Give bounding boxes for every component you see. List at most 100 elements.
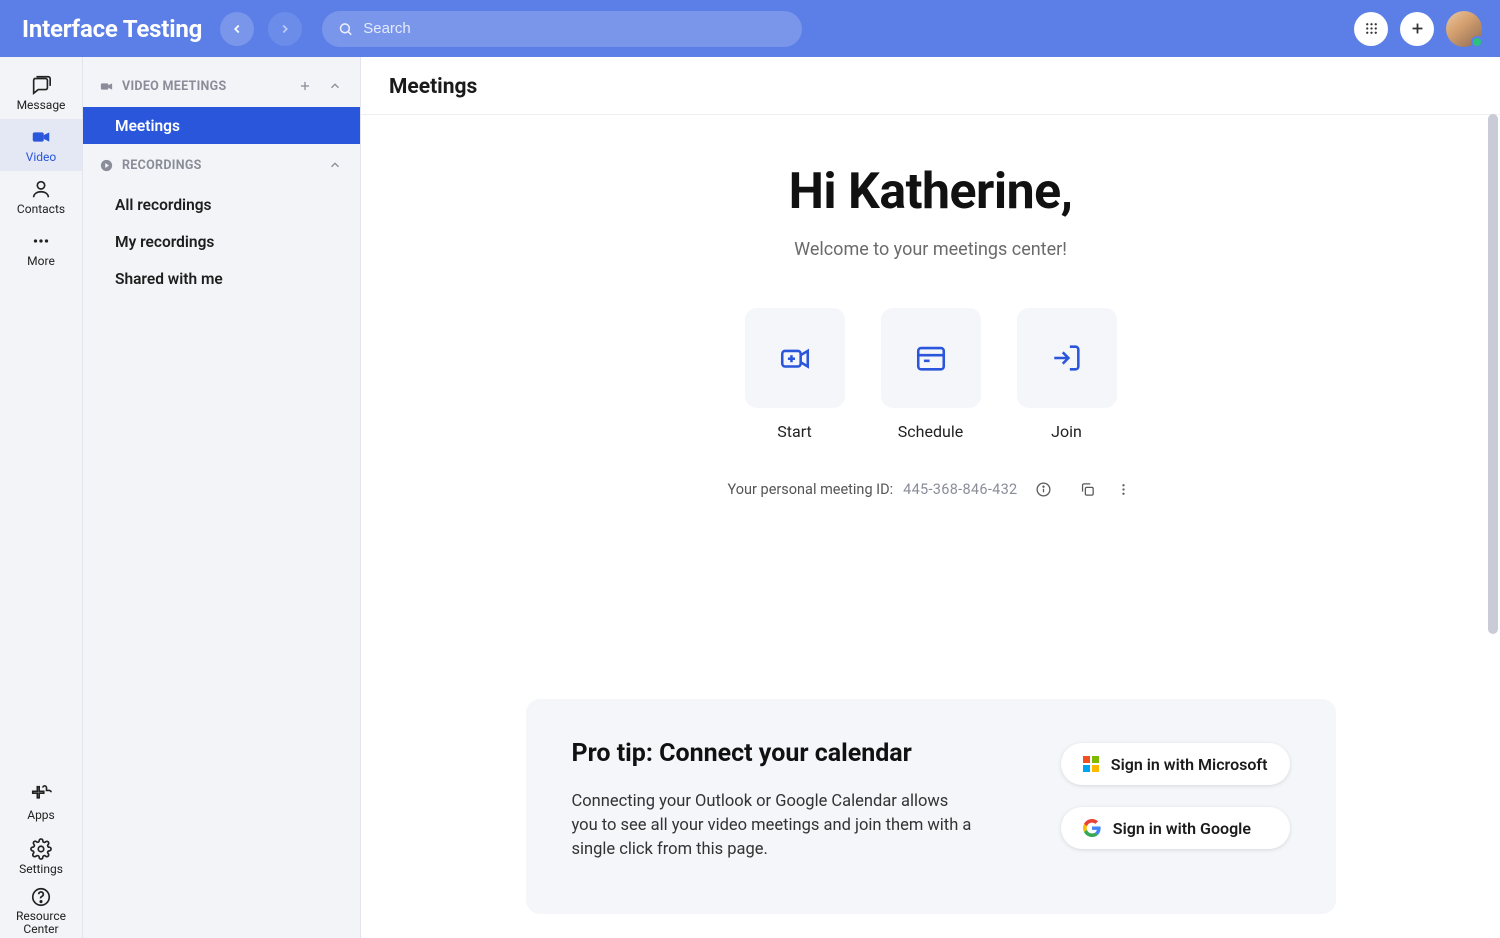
rail-item-label: Settings [19,862,63,876]
rail-item-more[interactable]: More [0,223,82,275]
panel-item-meetings[interactable]: Meetings [83,107,360,144]
dialpad-icon [1363,20,1380,37]
protip-text: Pro tip: Connect your calendar Connectin… [572,739,1021,862]
add-video-meeting-button[interactable] [294,75,316,97]
app-title: Interface Testing [22,15,202,43]
search-icon [338,21,353,37]
panel-item-my-recordings[interactable]: My recordings [83,223,360,260]
collapse-video-meetings-button[interactable] [324,75,346,97]
rail-item-resource-center[interactable]: ResourceCenter [16,884,66,938]
plus-icon [298,79,312,93]
app-body: Message Video Contacts More Apps Setting… [0,57,1500,938]
sign-in-microsoft-button[interactable]: Sign in with Microsoft [1061,743,1290,785]
rail-item-label: More [27,254,55,268]
panel-group-title: VIDEO MEETINGS [122,79,226,94]
rail-item-contacts[interactable]: Contacts [0,171,82,223]
topbar-right [1354,11,1482,47]
rail-item-label: Contacts [17,202,65,216]
rail-item-apps[interactable]: Apps [16,776,66,830]
search-field[interactable] [322,11,802,47]
panel-item-label: Shared with me [115,270,223,288]
panel-item-all-recordings[interactable]: All recordings [83,186,360,223]
info-icon [1035,481,1052,498]
schedule-meeting-button[interactable] [881,308,981,408]
nav-forward-button[interactable] [268,12,302,46]
pmi-more-button[interactable] [1113,479,1133,499]
video-icon [30,126,52,148]
apps-icon [30,784,52,806]
video-icon [99,79,114,94]
panel-item-shared-with-me[interactable]: Shared with me [83,260,360,297]
action-label: Start [777,422,811,441]
action-schedule: Schedule [881,308,981,441]
microsoft-logo-icon [1083,756,1099,772]
calendar-icon [914,341,948,375]
scrollbar-thumb[interactable] [1488,114,1498,634]
scrollbar[interactable] [1488,114,1498,938]
protip-buttons: Sign in with Microsoft Sign in with Goog… [1061,743,1290,849]
main: Meetings Hi Katherine, Welcome to your m… [361,57,1500,938]
presence-online-icon [1471,36,1483,48]
rail-item-video[interactable]: Video [0,119,82,171]
chevron-right-icon [278,22,292,36]
plus-icon [1409,20,1426,37]
signin-label: Sign in with Google [1113,819,1251,838]
signin-label: Sign in with Microsoft [1111,755,1268,774]
panel-group-header-video-meetings: VIDEO MEETINGS [83,65,360,107]
google-logo-icon [1083,819,1101,837]
subgreet-text: Welcome to your meetings center! [794,239,1067,260]
pmi-info-button[interactable] [1033,479,1053,499]
rail-item-settings[interactable]: Settings [16,830,66,884]
collapse-recordings-button[interactable] [324,154,346,176]
rail-item-message[interactable]: Message [0,67,82,119]
pmi-value: 445-368-846-432 [903,481,1017,498]
rail-bottom: Apps Settings ResourceCenter [16,776,66,938]
more-vertical-icon [1115,481,1132,498]
message-icon [30,74,52,96]
panel-item-label: All recordings [115,196,212,214]
play-circle-icon [99,158,114,173]
protip-title: Pro tip: Connect your calendar [572,739,1021,768]
video-add-icon [778,341,812,375]
copy-icon [1079,481,1096,498]
panel-group-title: RECORDINGS [122,158,202,173]
meeting-actions: Start Schedule Join [745,308,1117,441]
personal-meeting-id-row: Your personal meeting ID: 445-368-846-43… [728,479,1134,499]
action-label: Schedule [898,422,963,441]
pmi-copy-button[interactable] [1077,479,1097,499]
search-input[interactable] [363,20,786,37]
sign-in-google-button[interactable]: Sign in with Google [1061,807,1290,849]
help-icon [30,886,52,908]
topbar: Interface Testing [0,0,1500,57]
pmi-label: Your personal meeting ID: [728,481,894,498]
rail-item-label: Apps [27,808,55,822]
rail-item-label: Message [17,98,66,112]
main-body: Hi Katherine, Welcome to your meetings c… [361,115,1500,938]
main-header: Meetings [361,57,1500,115]
rail-item-label: Video [26,150,57,164]
action-label: Join [1051,422,1082,441]
chevron-up-icon [328,79,342,93]
gear-icon [30,838,52,860]
panel-item-label: Meetings [115,117,180,135]
secondary-nav-panel: VIDEO MEETINGS Meetings RECORDINGS All r… [83,57,361,938]
nav-back-button[interactable] [220,12,254,46]
protip-body: Connecting your Outlook or Google Calend… [572,790,972,862]
avatar[interactable] [1446,11,1482,47]
more-icon [30,230,52,252]
action-start: Start [745,308,845,441]
action-join: Join [1017,308,1117,441]
chevron-up-icon [328,158,342,172]
start-meeting-button[interactable] [745,308,845,408]
dialpad-button[interactable] [1354,12,1388,46]
chevron-left-icon [230,22,244,36]
panel-group-header-recordings: RECORDINGS [83,144,360,186]
greeting-text: Hi Katherine, [789,163,1073,221]
left-rail: Message Video Contacts More Apps Setting… [0,57,83,938]
new-button[interactable] [1400,12,1434,46]
rail-item-label: ResourceCenter [16,910,66,936]
join-meeting-button[interactable] [1017,308,1117,408]
contacts-icon [30,178,52,200]
page-title: Meetings [389,75,1472,99]
join-icon [1050,341,1084,375]
